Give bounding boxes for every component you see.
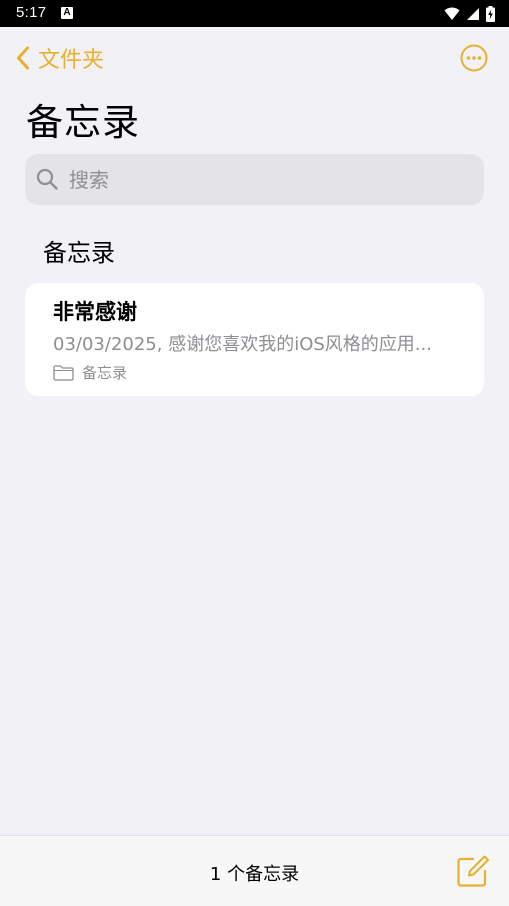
- ellipsis-circle-icon: [460, 44, 488, 72]
- status-icons: [444, 5, 495, 23]
- section-header: 备忘录: [43, 239, 115, 267]
- more-button[interactable]: [460, 44, 488, 72]
- search-icon: [36, 168, 58, 190]
- page-title: 备忘录: [26, 101, 140, 144]
- battery-charging-icon: [486, 6, 495, 22]
- note-card[interactable]: 非常感谢 03/03/2025, 感谢您喜欢我的iOS风格的应用... 备忘录: [25, 283, 484, 396]
- a-icon: A: [61, 7, 73, 19]
- signal-icon: [467, 8, 479, 20]
- navigation-bar: 文件夹: [0, 27, 509, 87]
- status-time: 5:17: [16, 4, 47, 21]
- compose-button[interactable]: [456, 854, 490, 888]
- bottom-toolbar: 1 个备忘录: [0, 835, 509, 906]
- status-bar: 5:17 A: [0, 0, 509, 27]
- compose-icon: [457, 855, 489, 887]
- note-count: 1 个备忘录: [209, 864, 300, 885]
- note-title: 非常感谢: [53, 300, 137, 324]
- note-preview: 03/03/2025, 感谢您喜欢我的iOS风格的应用...: [53, 334, 432, 355]
- back-button[interactable]: 文件夹: [16, 41, 104, 75]
- search-input[interactable]: [69, 154, 469, 205]
- search-bar[interactable]: [25, 154, 484, 205]
- folder-icon: [53, 364, 74, 381]
- chevron-left-icon: [17, 46, 29, 70]
- note-folder: 备忘录: [53, 362, 127, 383]
- back-label: 文件夹: [38, 48, 105, 73]
- note-folder-label: 备忘录: [82, 364, 128, 382]
- wifi-icon: [444, 7, 460, 20]
